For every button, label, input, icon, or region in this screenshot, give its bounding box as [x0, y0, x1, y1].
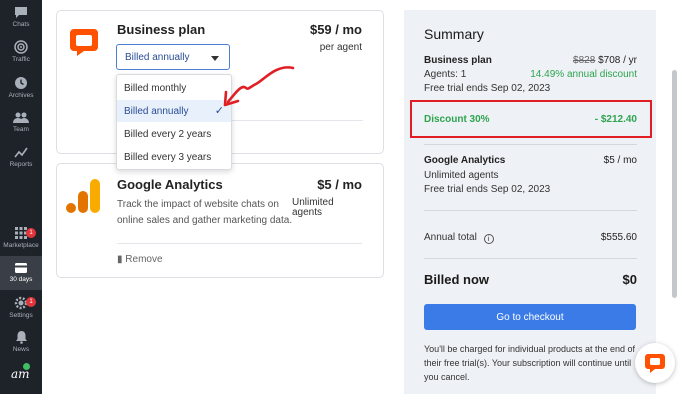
billing-option-3-years[interactable]: Billed every 3 years: [117, 146, 231, 168]
summary-divider: [424, 144, 637, 145]
annual-total-label: Annual total i: [424, 232, 494, 244]
ga-title: Google Analytics: [117, 177, 223, 192]
avatar[interactable]: am: [11, 367, 31, 387]
sidebar-item-traffic[interactable]: Traffic: [0, 40, 42, 63]
traffic-icon: [14, 40, 28, 54]
card-divider: [230, 120, 363, 121]
billing-period-select[interactable]: Billed annually: [116, 44, 230, 70]
livechat-bubble-icon: [645, 354, 665, 373]
chat-widget-button[interactable]: [635, 343, 675, 383]
reports-icon: [14, 147, 28, 158]
summary-title: Summary: [424, 26, 484, 42]
new-price: $708 / yr: [598, 55, 637, 66]
sidebar-item-news[interactable]: News: [0, 330, 42, 353]
billing-select-value: Billed annually: [125, 52, 190, 63]
plan-price: $59 / mo: [309, 22, 362, 37]
bell-icon: [15, 331, 27, 344]
billing-note: You'll be charged for individual product…: [424, 344, 636, 382]
ga-price: $5 / mo: [317, 177, 362, 192]
summary-plan-agents: Agents: 1: [424, 69, 467, 80]
discount-label: Discount 30%: [424, 114, 490, 125]
summary-ga-price: $5 / mo: [603, 155, 637, 166]
sidebar-item-label: News: [12, 346, 30, 353]
old-price: $828: [573, 55, 596, 66]
summary-plan-trial: Free trial ends Sep 02, 2023: [424, 83, 551, 94]
team-icon: [13, 112, 29, 123]
sidebar-item-reports[interactable]: Reports: [0, 146, 42, 168]
ga-description-line: online sales and gather marketing data.: [117, 215, 293, 226]
livechat-logo-icon: [70, 29, 98, 56]
archives-icon: [15, 77, 27, 89]
summary-ga-trial: Free trial ends Sep 02, 2023: [424, 184, 551, 195]
info-icon[interactable]: i: [483, 234, 494, 244]
notification-badge: 1: [26, 228, 36, 238]
sidebar-item-label: Reports: [9, 161, 33, 168]
annual-total-value: $555.60: [600, 232, 637, 243]
sidebar-item-label: 30 days: [9, 276, 33, 283]
sidebar: Chats Traffic Archives Team Reports Mark…: [0, 0, 42, 394]
summary-plan-price: $828 $708 / yr: [520, 55, 637, 66]
card-divider: [117, 243, 362, 244]
summary-plan-name: Business plan: [424, 55, 492, 66]
go-to-checkout-button[interactable]: Go to checkout: [424, 304, 636, 330]
sidebar-item-archives[interactable]: Archives: [0, 76, 42, 99]
summary-ga-agents: Unlimited agents: [424, 170, 499, 181]
plan-title: Business plan: [117, 22, 206, 37]
sidebar-item-label: Settings: [9, 312, 33, 319]
trash-icon: ▮: [117, 254, 123, 265]
sidebar-item-chats[interactable]: Chats: [0, 6, 42, 28]
summary-divider: [424, 210, 637, 211]
card-icon: [15, 263, 27, 273]
sidebar-item-team[interactable]: Team: [0, 111, 42, 133]
remove-label: Remove: [125, 254, 163, 265]
plan-price-unit: per agent: [319, 42, 362, 53]
billed-now-label: Billed now: [424, 272, 489, 287]
summary-panel: [404, 10, 656, 394]
remove-button[interactable]: ▮ Remove: [117, 254, 163, 265]
sidebar-item-label: Marketplace: [3, 242, 39, 249]
ga-price-unit: agents: [292, 207, 323, 218]
caret-down-icon: [211, 56, 219, 61]
summary-ga-name: Google Analytics: [424, 155, 506, 166]
scrollbar[interactable]: [672, 70, 677, 298]
sidebar-item-label: Team: [13, 126, 29, 133]
online-status-dot: [23, 363, 30, 370]
notification-badge: 1: [26, 297, 36, 307]
chat-icon: [15, 7, 27, 18]
billing-option-monthly[interactable]: Billed monthly: [117, 77, 231, 99]
sidebar-item-label: Archives: [8, 92, 34, 99]
summary-divider: [424, 258, 637, 259]
billing-option-annually[interactable]: Billed annually ✓: [117, 100, 231, 122]
sidebar-item-30-days[interactable]: 30 days: [0, 256, 42, 290]
ga-description-line: Track the impact of website chats on: [117, 199, 279, 210]
discount-amount: - $212.40: [594, 114, 637, 125]
annual-discount-label: 14.49% annual discount: [530, 69, 637, 80]
annotation-arrow-icon: [223, 66, 295, 107]
sidebar-item-label: Chats: [12, 21, 30, 28]
google-analytics-logo-icon: [66, 179, 100, 213]
sidebar-item-marketplace[interactable]: Marketplace: [0, 226, 42, 249]
billed-now-value: $0: [622, 272, 637, 287]
sidebar-item-label: Traffic: [12, 56, 30, 63]
billing-option-2-years[interactable]: Billed every 2 years: [117, 123, 231, 145]
billing-dropdown-menu: Billed monthly Billed annually ✓ Billed e…: [116, 74, 232, 170]
